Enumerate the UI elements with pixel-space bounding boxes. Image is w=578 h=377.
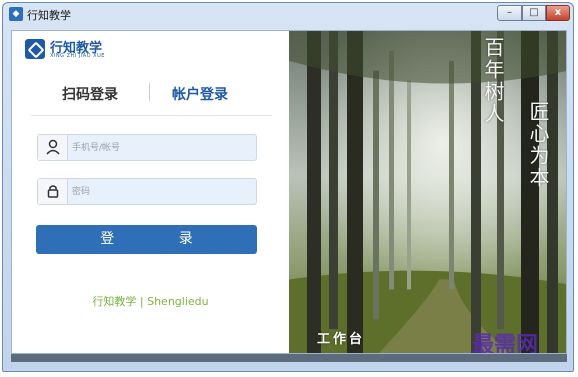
brand-logo: 行知教学 XING ZHI JIAO XUE	[25, 39, 165, 65]
window-title: 行知教学	[27, 9, 71, 22]
status-bar	[11, 354, 567, 362]
phone-input[interactable]	[72, 139, 252, 156]
workbench-label: 工作台	[317, 332, 366, 347]
login-panel: 行知教学 XING ZHI JIAO XUE 扫码登录 帐户登录 手机号/帐号 …	[12, 31, 289, 353]
phone-field	[37, 134, 257, 161]
tab-divider	[149, 83, 150, 101]
tab-account-login[interactable]: 帐户登录	[172, 84, 228, 104]
maximize-button[interactable]: □	[522, 5, 546, 21]
app-icon: ◆	[9, 7, 23, 21]
forest-image	[289, 31, 566, 353]
password-input[interactable]	[72, 183, 252, 200]
banner-panel: 百年树人 匠心为本 工作台 最需网	[289, 31, 566, 353]
footer-company: Shengliedu	[147, 295, 209, 308]
minimize-button[interactable]: –	[497, 5, 522, 21]
logo-subtitle: XING ZHI JIAO XUE	[50, 53, 105, 59]
watermark-logo: 最需网	[472, 332, 539, 353]
logo-icon	[25, 39, 45, 59]
close-button[interactable]: x	[546, 5, 570, 21]
user-icon	[38, 135, 68, 160]
poem-line-1: 百年树人	[481, 37, 505, 125]
title-bar[interactable]: ◆ 行知教学 – □ x	[3, 3, 573, 25]
poem-line-2: 匠心为本	[526, 101, 550, 189]
footer-brand: 行知教学 | Shengliedu	[12, 293, 289, 309]
lock-icon	[38, 179, 68, 204]
footer-brand-name: 行知教学	[92, 295, 137, 308]
window-content: 行知教学 XING ZHI JIAO XUE 扫码登录 帐户登录 手机号/帐号 …	[11, 30, 567, 354]
password-field	[37, 178, 257, 205]
tab-separator	[30, 115, 272, 116]
tab-scan-login[interactable]: 扫码登录	[62, 84, 118, 104]
login-button[interactable]: 登 录	[36, 225, 257, 254]
login-window: ◆ 行知教学 – □ x 行知教学 XING ZHI JIAO XUE 扫码登录…	[2, 2, 574, 372]
footer-divider: |	[139, 295, 148, 308]
